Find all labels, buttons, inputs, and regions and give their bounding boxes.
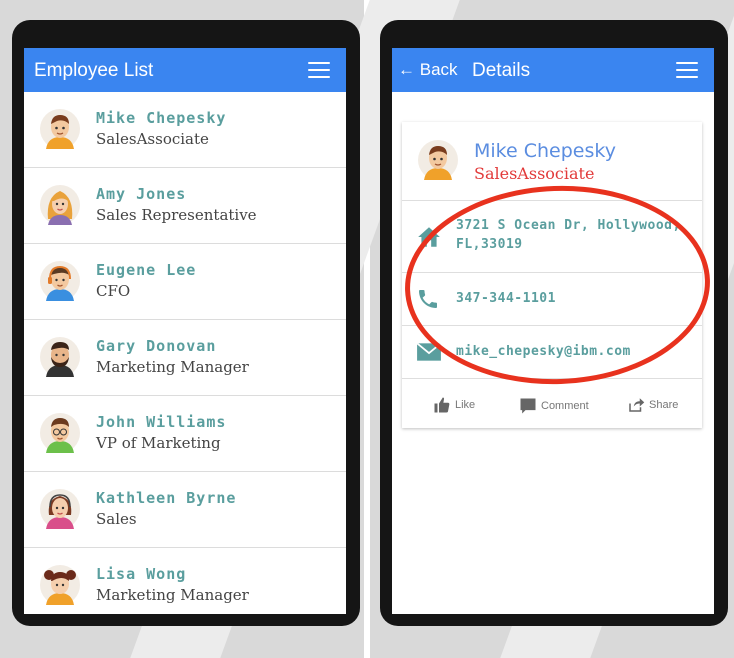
employee-name: John Williams xyxy=(96,413,227,431)
avatar-icon xyxy=(40,109,80,149)
list-item[interactable]: Amy Jones Sales Representative xyxy=(24,168,346,244)
avatar-icon xyxy=(40,489,80,529)
employee-role: Sales Representative xyxy=(96,206,257,224)
hamburger-menu-icon[interactable] xyxy=(676,62,698,78)
employee-list: Mike Chepesky SalesAssociate Amy Jones S… xyxy=(24,92,346,614)
share-button[interactable]: Share xyxy=(626,396,678,414)
back-label: Back xyxy=(419,60,458,79)
avatar-icon xyxy=(418,140,458,180)
list-item[interactable]: Mike Chepesky SalesAssociate xyxy=(24,92,346,168)
employee-role: SalesAssociate xyxy=(96,130,209,148)
back-button[interactable]: ← Back xyxy=(398,60,458,80)
employee-list-screen: Employee List Mike Chepesky SalesAssocia… xyxy=(24,48,346,614)
employee-role: CFO xyxy=(96,282,131,300)
comment-icon xyxy=(520,398,536,414)
hamburger-menu-icon[interactable] xyxy=(308,62,330,78)
employee-name: Amy Jones xyxy=(96,185,187,203)
phone-left: Employee List Mike Chepesky SalesAssocia… xyxy=(12,20,360,626)
avatar-icon xyxy=(40,413,80,453)
list-item[interactable]: Lisa Wong Marketing Manager xyxy=(24,548,346,614)
share-icon xyxy=(629,398,645,412)
employee-name: Mike Chepesky xyxy=(474,140,616,162)
avatar-icon xyxy=(40,337,80,377)
app-bar: ← Back Details xyxy=(392,48,714,92)
employee-role: Marketing Manager xyxy=(96,358,249,376)
list-item[interactable]: John Williams VP of Marketing xyxy=(24,396,346,472)
list-item[interactable]: Gary Donovan Marketing Manager xyxy=(24,320,346,396)
share-label: Share xyxy=(649,399,679,411)
comment-label: Comment xyxy=(541,400,589,412)
comment-button[interactable]: Comment xyxy=(518,396,589,416)
avatar-icon xyxy=(40,261,80,301)
employee-role: SalesAssociate xyxy=(474,164,595,183)
employee-role: VP of Marketing xyxy=(96,434,221,452)
employee-name: Gary Donovan xyxy=(96,337,217,355)
app-bar: Employee List xyxy=(24,48,346,92)
card-actions: Like Comment Share xyxy=(402,382,702,428)
employee-role: Sales xyxy=(96,510,137,528)
list-item[interactable]: Eugene Lee CFO xyxy=(24,244,346,320)
like-label: Like xyxy=(455,399,476,411)
employee-name: Lisa Wong xyxy=(96,565,187,583)
arrow-left-icon: ← xyxy=(398,60,415,79)
avatar-icon xyxy=(40,185,80,225)
thumbs-up-icon xyxy=(434,397,450,413)
employee-name: Kathleen Byrne xyxy=(96,489,237,507)
employee-name: Eugene Lee xyxy=(96,261,197,279)
page-title: Details xyxy=(472,60,531,81)
page-title: Employee List xyxy=(34,60,154,81)
like-button[interactable]: Like xyxy=(432,396,475,414)
employee-name: Mike Chepesky xyxy=(96,109,227,127)
avatar-icon xyxy=(40,565,80,605)
list-item[interactable]: Kathleen Byrne Sales xyxy=(24,472,346,548)
employee-role: Marketing Manager xyxy=(96,586,249,604)
